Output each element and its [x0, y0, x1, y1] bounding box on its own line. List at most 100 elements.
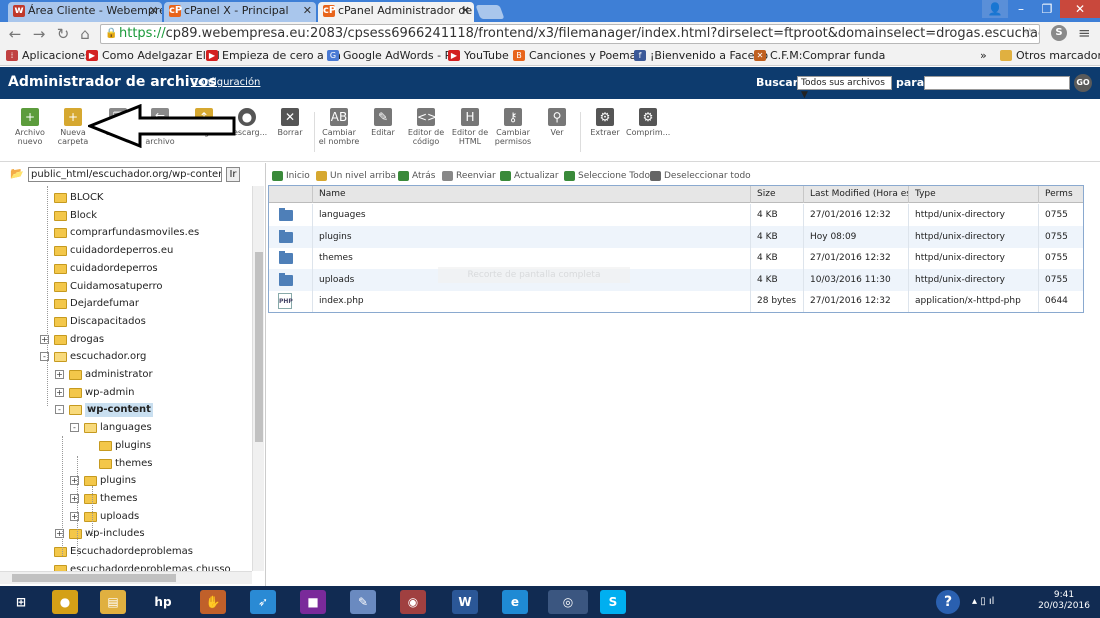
bookmark-cfm[interactable]: ✕ C.F.M:Comprar funda	[754, 49, 885, 63]
collapse-icon[interactable]: -	[55, 405, 64, 415]
file-row[interactable]: languages 4 KB 27/01/2016 12:32 httpd/unix-…	[269, 204, 1083, 226]
search-input[interactable]	[924, 76, 1070, 90]
browser-menu-icon[interactable]: ≡	[1078, 24, 1091, 42]
nav-up-level[interactable]: Un nivel arriba	[316, 170, 396, 182]
system-tray-icons[interactable]: ▴ ▯ ıl	[972, 596, 994, 618]
code-editor-button[interactable]: <> Editor de código	[404, 108, 448, 146]
path-input[interactable]: public_html/escuchador.org/wp-content	[28, 167, 222, 182]
nav-back[interactable]: Atrás	[398, 170, 435, 182]
nav-forward[interactable]: Reenviar	[442, 170, 496, 182]
tab-close-icon[interactable]: ✕	[303, 2, 312, 20]
bookmarks-more[interactable]: »	[980, 49, 987, 63]
youtube-icon: ▶	[448, 50, 460, 61]
folder-icon	[279, 208, 293, 221]
taskbar-clock[interactable]: 9:41 20/03/2016	[1034, 590, 1094, 612]
config-link[interactable]: Configuración	[191, 77, 260, 88]
maximize-icon[interactable]: ❐	[1034, 0, 1060, 18]
hp-icon[interactable]: hp	[150, 590, 176, 614]
tab-cpanel-admin[interactable]: cP cPanel Administrador de a ✕	[318, 2, 474, 22]
media-app-icon[interactable]: ●	[52, 590, 78, 614]
file-explorer-icon[interactable]: ▤	[100, 590, 126, 614]
rename-button[interactable]: AB Cambiar el nombre	[318, 108, 360, 146]
delete-button[interactable]: ✕ Borrar	[268, 108, 312, 137]
tab-label: Área Cliente - Webempre	[28, 4, 162, 17]
header-perms[interactable]: Perms	[1038, 186, 1083, 203]
paint-app-icon[interactable]: ■	[300, 590, 326, 614]
file-row[interactable]: plugins 4 KB Hoy 08:09 httpd/unix-directory…	[269, 225, 1083, 248]
new-file-button[interactable]: + Archivo nuevo	[8, 108, 52, 146]
url-bar[interactable]: 🔒 https://cp89.webempresa.eu:2083/cpsess…	[100, 24, 1040, 44]
file-name[interactable]: index.php	[312, 290, 750, 313]
file-row[interactable]: uploads 4 KB 10/03/2016 11:30 httpd/unix-di…	[269, 268, 1083, 291]
view-button[interactable]: ⚲ Ver	[535, 108, 579, 137]
chrome-icon[interactable]: ◎	[548, 590, 588, 614]
file-name[interactable]: plugins	[312, 225, 750, 248]
nav-home[interactable]: Inicio	[272, 170, 310, 182]
back-arrow-icon[interactable]: ←	[6, 25, 24, 43]
forward-arrow-icon[interactable]: →	[30, 25, 48, 43]
browser-tab-strip: w Área Cliente - Webempre ✕ cP cPanel X …	[0, 0, 1100, 22]
bookmark-empieza[interactable]: ▶ Empieza de cero a ha	[206, 49, 341, 63]
skype-icon[interactable]: S	[600, 590, 626, 614]
nav-select-all[interactable]: Seleccione Todo	[564, 170, 650, 182]
file-name[interactable]: themes	[312, 247, 750, 270]
bookmark-adwords[interactable]: G Google AdWords - Pu	[327, 49, 458, 63]
edit-button[interactable]: ✎ Editar	[361, 108, 405, 137]
permissions-button[interactable]: ⚷ Cambiar permisos	[491, 108, 535, 146]
bookmark-adelgazar[interactable]: ▶ Como Adelgazar El Al	[86, 49, 220, 63]
start-button[interactable]: ⊞	[8, 590, 34, 614]
header-name[interactable]: Name	[312, 186, 750, 203]
glove-app-icon[interactable]: ✋	[200, 590, 226, 614]
new-tab-button[interactable]	[475, 5, 505, 19]
search-scope-select[interactable]: Todos sus archivos ▼	[797, 76, 892, 100]
expand-icon[interactable]: +	[55, 370, 64, 379]
bookmark-youtube[interactable]: ▶ YouTube	[448, 49, 509, 63]
nav-deselect-all[interactable]: Deseleccionar todo	[650, 170, 751, 182]
compress-button[interactable]: ⚙ Comprim...	[626, 108, 670, 137]
header-type[interactable]: Type	[908, 186, 1038, 203]
collapse-icon[interactable]: -	[70, 423, 79, 433]
bookmark-aplicaciones[interactable]: ⁞ Aplicaciones	[6, 49, 91, 63]
header-size[interactable]: Size	[750, 186, 803, 203]
bookmark-canciones[interactable]: B Canciones y Poemas:	[513, 49, 646, 63]
minimize-icon[interactable]: –	[1008, 0, 1034, 18]
scrollbar-thumb[interactable]	[12, 574, 176, 582]
go-button[interactable]: GO	[1074, 74, 1092, 92]
bookmark-facebook[interactable]: f ¡Bienvenido a Facebo	[634, 49, 768, 63]
file-row[interactable]: themes 4 KB 27/01/2016 12:32 httpd/unix-dir…	[269, 247, 1083, 270]
bookmark-otros[interactable]: Otros marcadores	[1000, 49, 1100, 63]
rocket-app-icon[interactable]: ➶	[250, 590, 276, 614]
tab-area-cliente[interactable]: w Área Cliente - Webempre ✕	[8, 2, 162, 22]
tree-vertical-scrollbar[interactable]	[252, 186, 264, 571]
html-editor-button[interactable]: H Editor de HTML	[448, 108, 492, 146]
root-folder-icon[interactable]: 📂	[10, 167, 26, 181]
nav-refresh[interactable]: Actualizar	[500, 170, 559, 182]
bookmark-star-icon[interactable]: ☆	[1023, 25, 1036, 43]
game-app-icon[interactable]: ◉	[400, 590, 426, 614]
file-size: 4 KB	[750, 225, 803, 248]
tab-close-icon[interactable]: ✕	[149, 2, 158, 20]
go-path-button[interactable]: Ir	[226, 167, 240, 182]
extract-button[interactable]: ⚙ Extraer	[583, 108, 627, 137]
expand-icon[interactable]: +	[55, 387, 64, 397]
tab-cpanel-principal[interactable]: cP cPanel X - Principal ✕	[164, 2, 316, 22]
user-profile-icon[interactable]: 👤	[982, 0, 1008, 18]
home-icon[interactable]: ⌂	[76, 25, 94, 43]
tree-folder-label: languages	[100, 422, 152, 434]
tree-guide-line	[77, 456, 78, 556]
file-row[interactable]: PHP index.php 28 bytes 27/01/2016 12:32 appl…	[269, 290, 1083, 313]
ie-icon[interactable]: e	[502, 590, 528, 614]
header-last-modified[interactable]: Last Modified (Hora estÃ	[803, 186, 908, 203]
file-name[interactable]: languages	[312, 204, 750, 226]
tree-horizontal-scrollbar[interactable]	[0, 571, 252, 584]
rename-icon: AB	[330, 108, 348, 126]
word-icon[interactable]: W	[452, 590, 478, 614]
reload-icon[interactable]: ↻	[54, 25, 72, 43]
edit-icon: ✎	[374, 108, 392, 126]
close-window-icon[interactable]: ✕	[1060, 0, 1100, 18]
help-icon[interactable]: ?	[936, 590, 960, 614]
palette-app-icon[interactable]: ✎	[350, 590, 376, 614]
skype-extension-icon[interactable]: S	[1051, 25, 1067, 41]
tab-close-icon[interactable]: ✕	[461, 2, 470, 20]
scrollbar-thumb[interactable]	[255, 252, 263, 442]
